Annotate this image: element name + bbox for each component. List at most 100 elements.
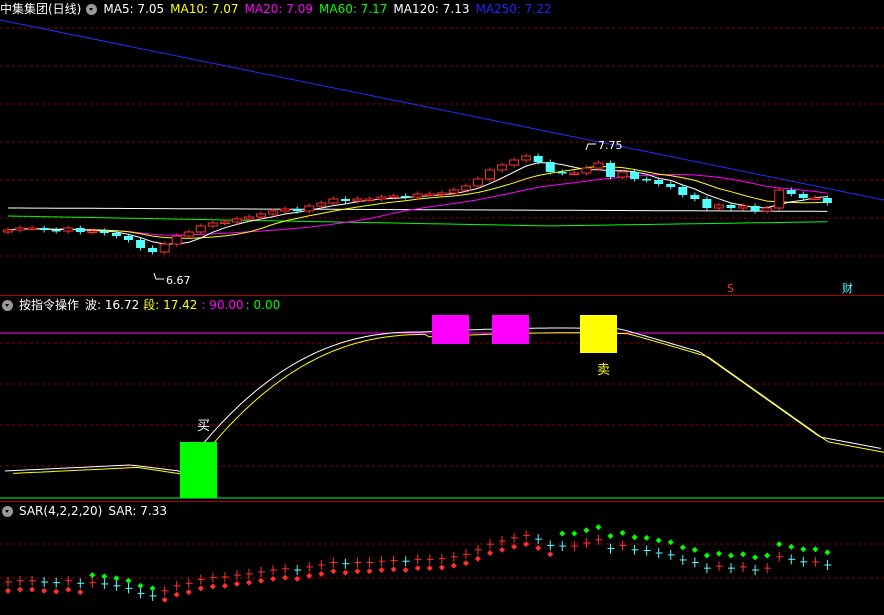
sar-dot xyxy=(679,544,686,551)
price-panel: 中集集团(日线) MA5: 7.05 MA10: 7.07 MA20: 7.09… xyxy=(0,0,884,296)
candle-up xyxy=(159,243,170,253)
sar-dot xyxy=(5,587,11,594)
candle-up xyxy=(219,221,230,224)
sar-dot xyxy=(474,555,481,562)
sar-dot xyxy=(728,552,734,559)
sar-dot xyxy=(137,582,144,589)
sar-dot xyxy=(523,541,530,548)
sar-panel: SAR(4,2,2,20) SAR: 7.33 xyxy=(0,502,884,615)
candle-up xyxy=(521,155,532,161)
candle-up xyxy=(280,208,291,212)
signal-block-1[interactable] xyxy=(432,315,469,344)
candle-down xyxy=(99,231,109,233)
sar-dot xyxy=(149,585,156,592)
sar-dot xyxy=(17,586,24,593)
candle-up xyxy=(497,164,508,171)
sar-dot xyxy=(607,532,614,539)
candle-up xyxy=(328,198,339,204)
candle-up xyxy=(364,198,375,201)
indicator-chart[interactable]: 买 卖 xyxy=(0,296,884,502)
candle-down xyxy=(750,206,760,211)
candle-down xyxy=(148,248,158,252)
sell-label: 卖 xyxy=(597,363,610,378)
sar-dot xyxy=(559,530,566,537)
sar-dot xyxy=(450,562,457,569)
sar-dot xyxy=(246,579,252,586)
candle-up xyxy=(195,225,206,233)
candle-up xyxy=(424,193,435,196)
candle-down xyxy=(111,233,121,236)
candle-up xyxy=(268,210,279,215)
candle-up xyxy=(256,213,267,218)
sar-dot xyxy=(462,560,469,567)
high-price-label: 7.75 xyxy=(598,139,623,152)
sar-dot xyxy=(378,567,385,574)
sar-dot xyxy=(776,541,783,548)
candle-up xyxy=(738,205,749,209)
sar-dot xyxy=(330,568,337,575)
sar-dot xyxy=(703,552,710,559)
sar-dot xyxy=(390,566,397,573)
candle-down xyxy=(557,172,567,174)
candle-up xyxy=(316,202,327,207)
sar-dot xyxy=(233,580,240,587)
sar-dot xyxy=(113,575,120,582)
sar-dot xyxy=(185,589,192,596)
candle-up xyxy=(412,193,423,198)
price-chart[interactable]: 7.75 6.67 S 财 xyxy=(0,0,884,296)
candle-up xyxy=(388,195,399,198)
candle-up xyxy=(352,198,363,202)
candle-down xyxy=(702,199,712,208)
sar-dot xyxy=(631,534,638,541)
sar-dot xyxy=(547,551,554,558)
candle-down xyxy=(822,198,832,203)
sar-dot xyxy=(583,527,590,534)
ma250-line xyxy=(0,19,884,201)
candle-up xyxy=(244,216,254,220)
signal-block-2[interactable] xyxy=(492,315,529,344)
sar-dot xyxy=(595,524,602,531)
sar-dot xyxy=(619,529,626,536)
sar-dot xyxy=(77,589,84,596)
sar-dot xyxy=(282,574,289,581)
candle-down xyxy=(136,240,146,248)
candle-up xyxy=(3,229,13,233)
sar-dot xyxy=(197,585,204,592)
candle-down xyxy=(666,184,676,187)
candle-down xyxy=(39,228,49,230)
candle-up xyxy=(617,171,628,178)
candle-down xyxy=(642,179,652,181)
sar-dot xyxy=(788,543,795,550)
sar-dot xyxy=(438,564,445,571)
sar-dot xyxy=(643,534,650,541)
sar-dot xyxy=(161,596,168,603)
finance-marker: 财 xyxy=(842,281,853,295)
candle-up xyxy=(63,227,74,232)
sar-dot xyxy=(318,570,325,577)
sar-dot xyxy=(89,572,96,579)
sar-dot xyxy=(824,549,831,556)
sell-signal-block[interactable] xyxy=(580,315,617,353)
sar-dot xyxy=(258,577,265,584)
sar-dot xyxy=(366,568,373,575)
sar-dot xyxy=(402,567,409,574)
sar-dot xyxy=(125,577,132,584)
sar-dot xyxy=(571,530,578,537)
sell-marker: S xyxy=(727,282,734,295)
candle-up xyxy=(509,159,520,166)
candle-up xyxy=(231,218,242,223)
sar-dot xyxy=(342,569,349,576)
sar-dot xyxy=(655,537,662,544)
sar-dot xyxy=(221,582,228,589)
sar-chart[interactable] xyxy=(0,502,884,615)
buy-signal-block[interactable] xyxy=(180,442,217,498)
candle-down xyxy=(630,172,640,179)
candle-up xyxy=(569,172,580,175)
sar-dot xyxy=(209,583,216,590)
sar-dot xyxy=(414,565,421,572)
sar-dot xyxy=(173,591,180,598)
sar-dot xyxy=(354,568,361,575)
candle-up xyxy=(27,227,38,230)
candle-down xyxy=(340,199,350,201)
candle-down xyxy=(726,205,736,208)
